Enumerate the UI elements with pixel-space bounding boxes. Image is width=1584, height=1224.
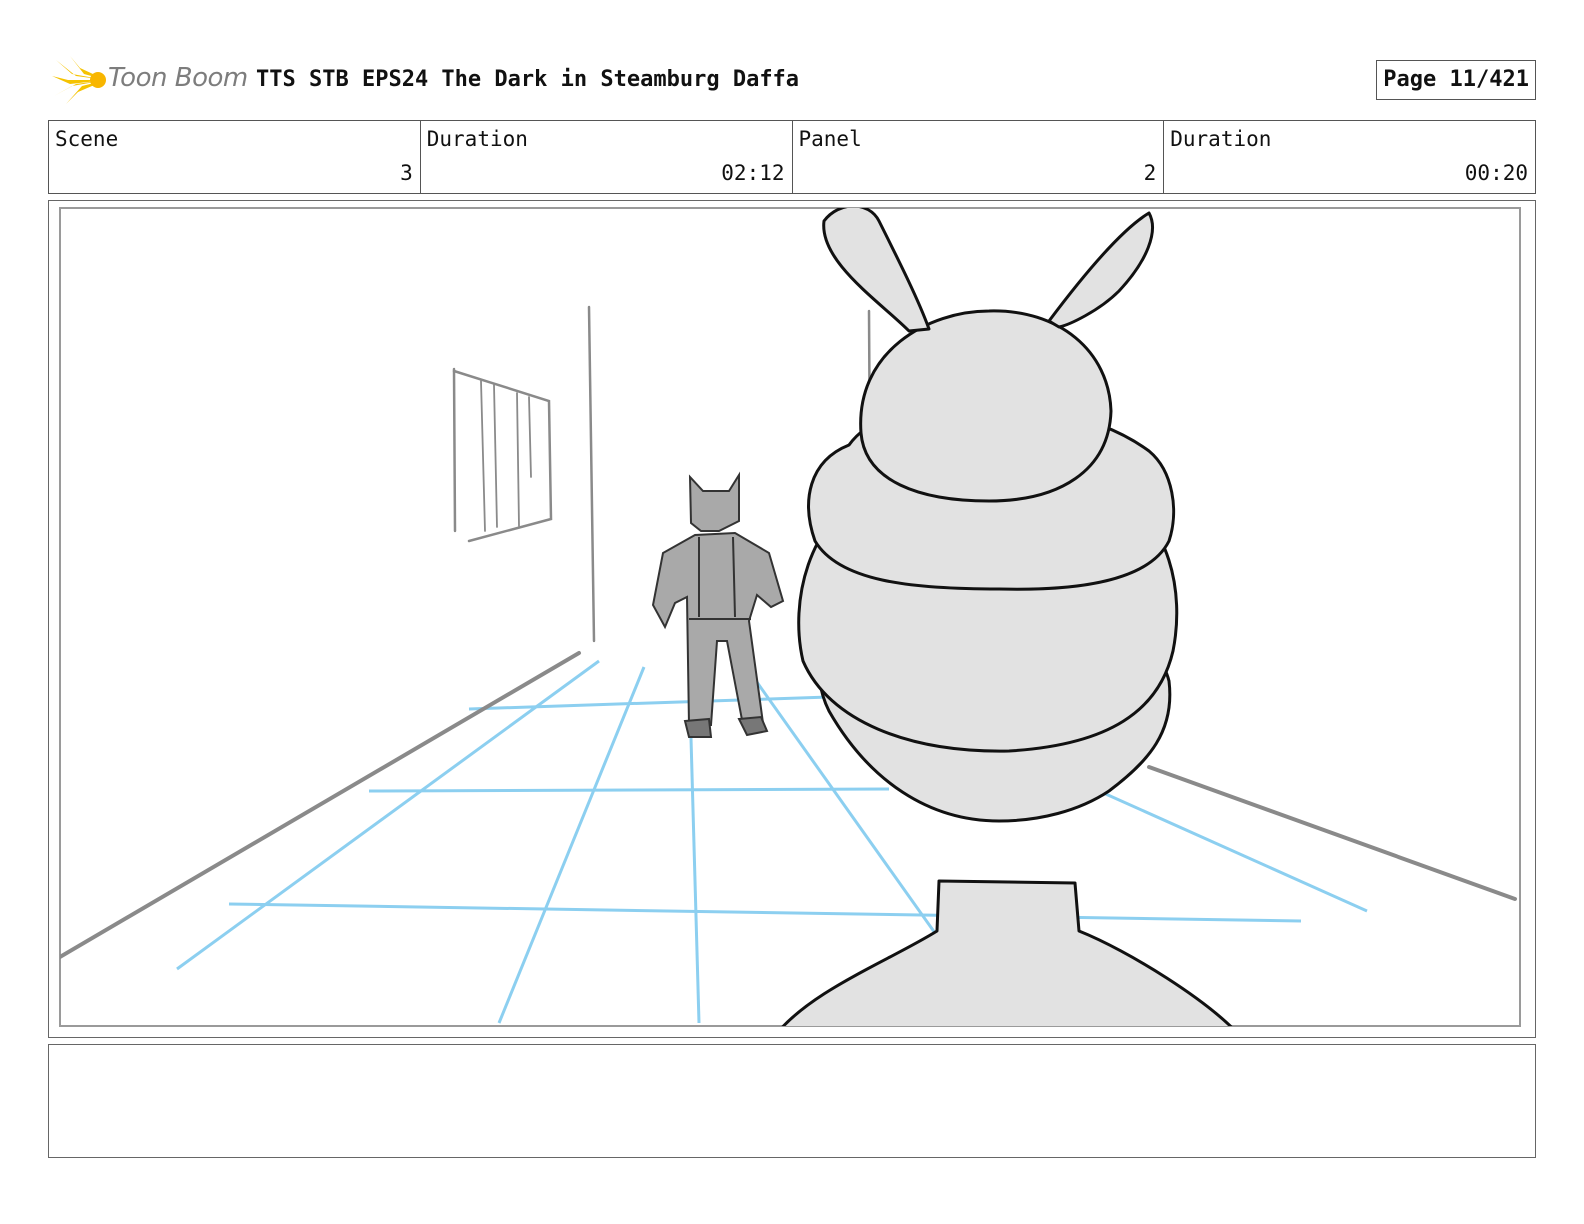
scene-duration-label: Duration: [426, 127, 528, 151]
panel-duration-cell: Duration 00:20: [1164, 121, 1535, 193]
floor-guide-grid: [176, 659, 1368, 1024]
scene-label: Scene: [55, 127, 119, 151]
panel-value: 2: [1143, 161, 1157, 185]
logo-text: Toon Boom: [108, 63, 248, 93]
toon-boom-logo: Toon Boom: [52, 56, 252, 104]
page-counter: Page 11/421: [1376, 60, 1536, 100]
scene-duration-cell: Duration 02:12: [421, 121, 793, 193]
panel-duration-value: 00:20: [1464, 161, 1528, 185]
scene-cell: Scene 3: [49, 121, 421, 193]
page-header: Toon Boom TTS STB EPS24 The Dark in Stea…: [48, 56, 1536, 104]
document-title: TTS STB EPS24 The Dark in Steamburg Daff…: [256, 67, 800, 92]
panel-notes: [48, 1044, 1536, 1158]
corridor-walls: [60, 305, 1517, 960]
storyboard-panel: [48, 200, 1536, 1038]
panel-sketch: [59, 207, 1521, 1027]
scene-info-table: Scene 3 Duration 02:12 Panel 2 Duration …: [48, 120, 1536, 194]
starburst-icon: [52, 56, 106, 104]
panel-cell: Panel 2: [793, 121, 1165, 193]
panel-label: Panel: [798, 127, 862, 151]
panel-duration-label: Duration: [1170, 127, 1272, 151]
scene-duration-value: 02:12: [721, 161, 785, 185]
scene-value: 3: [400, 161, 413, 185]
